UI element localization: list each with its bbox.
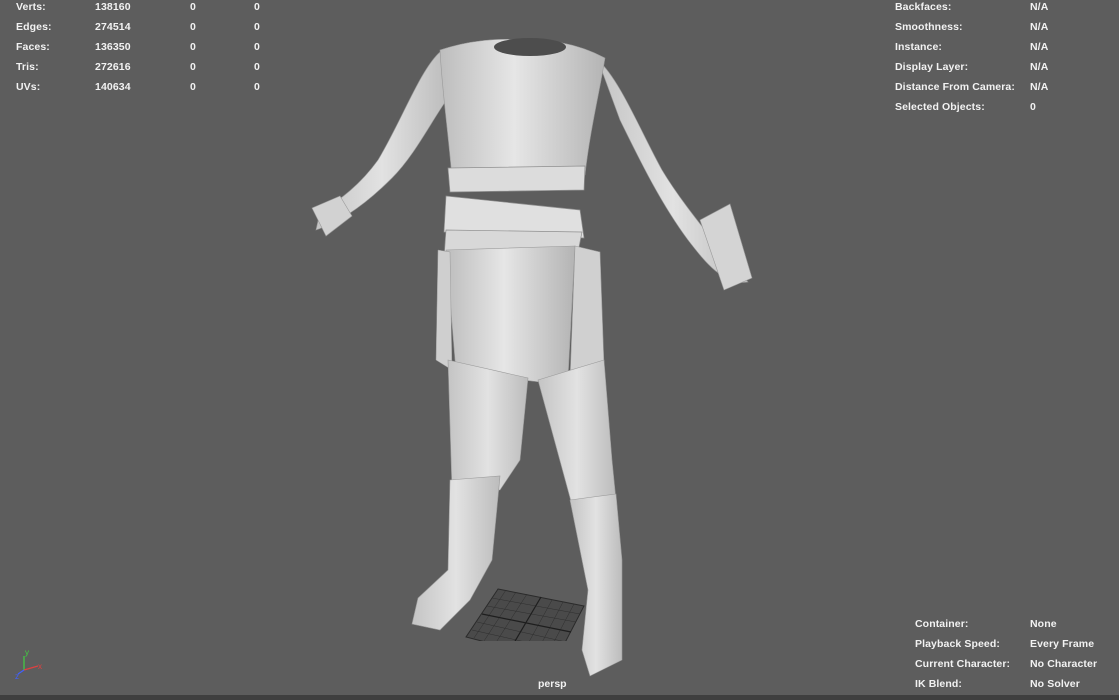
stat-value: 0 — [190, 41, 196, 53]
scene-info-hud: Container: None Playback Speed: Every Fr… — [915, 617, 1119, 697]
info-label: Smoothness: — [895, 21, 963, 33]
stat-label: Edges: — [16, 21, 52, 33]
info-label: Instance: — [895, 41, 942, 53]
stat-value: 136350 — [95, 41, 131, 53]
floor-grid — [465, 588, 585, 641]
stat-value: 0 — [190, 1, 196, 13]
info-label: Container: — [915, 618, 969, 630]
info-value: N/A — [1030, 21, 1049, 33]
stat-label: Verts: — [16, 1, 46, 13]
info-value: N/A — [1030, 61, 1049, 73]
info-value: No Solver — [1030, 678, 1080, 690]
object-info-hud: Backfaces: N/A Smoothness: N/A Instance:… — [895, 0, 1119, 120]
x-axis-line — [23, 665, 39, 671]
stat-value: 0 — [190, 81, 196, 93]
maya-viewport[interactable]: Verts: 138160 0 0 Edges: 274514 0 0 Face… — [0, 0, 1119, 700]
info-value: 0 — [1030, 101, 1036, 113]
stat-value: 140634 — [95, 81, 131, 93]
info-value: None — [1030, 618, 1057, 630]
camera-name-label: persp — [538, 678, 567, 690]
info-label: Backfaces: — [895, 1, 952, 13]
stat-value: 0 — [254, 81, 260, 93]
stat-value: 274514 — [95, 21, 131, 33]
info-value: No Character — [1030, 658, 1098, 670]
stat-label: Tris: — [16, 61, 39, 73]
z-axis-label: z — [15, 672, 19, 681]
info-value: N/A — [1030, 81, 1049, 93]
info-value: Every Frame — [1030, 638, 1095, 650]
stat-label: Faces: — [16, 41, 50, 53]
stat-value: 0 — [190, 21, 196, 33]
stat-value: 0 — [254, 41, 260, 53]
poly-count-hud: Verts: 138160 0 0 Edges: 274514 0 0 Face… — [0, 0, 300, 100]
stat-value: 138160 — [95, 1, 131, 13]
info-value: N/A — [1030, 41, 1049, 53]
info-label: Playback Speed: — [915, 638, 1000, 650]
info-label: Display Layer: — [895, 61, 969, 73]
info-value: N/A — [1030, 1, 1049, 13]
stat-value: 0 — [190, 61, 196, 73]
info-label: Selected Objects: — [895, 101, 985, 113]
viewport-bottom-bar — [0, 695, 1119, 700]
y-axis-label: y — [25, 648, 29, 657]
info-label: Distance From Camera: — [895, 81, 1015, 93]
stat-value: 0 — [254, 61, 260, 73]
stat-value: 0 — [254, 1, 260, 13]
stat-value: 0 — [254, 21, 260, 33]
stat-label: UVs: — [16, 81, 41, 93]
axis-gizmo-icon: y x z — [15, 648, 42, 681]
stat-value: 272616 — [95, 61, 131, 73]
info-label: Current Character: — [915, 658, 1011, 670]
info-label: IK Blend: — [915, 678, 962, 690]
x-axis-label: x — [38, 662, 42, 671]
